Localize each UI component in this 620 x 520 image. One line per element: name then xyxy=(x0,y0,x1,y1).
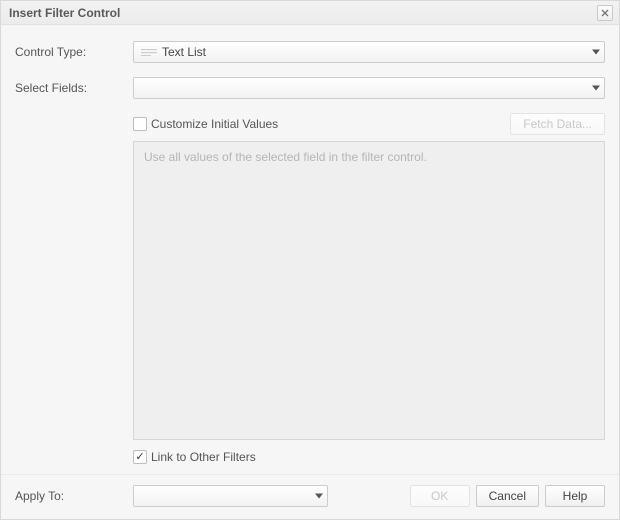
select-fields-dropdown[interactable] xyxy=(133,77,605,99)
dialog-footer: Apply To: OK Cancel Help xyxy=(1,474,619,519)
dialog-body: Control Type: Text List Select Fields xyxy=(1,25,619,474)
dialog-title: Insert Filter Control xyxy=(9,6,597,20)
apply-to-label: Apply To: xyxy=(15,489,133,503)
fetch-data-label: Fetch Data... xyxy=(523,117,592,131)
select-fields-label: Select Fields: xyxy=(15,81,133,95)
chevron-down-icon xyxy=(592,50,600,55)
chevron-down-icon xyxy=(592,86,600,91)
help-button[interactable]: Help xyxy=(545,485,605,507)
control-type-label: Control Type: xyxy=(15,45,133,59)
cancel-label: Cancel xyxy=(489,489,526,503)
control-type-value: Text List xyxy=(162,45,206,59)
link-to-other-filters-checkbox[interactable] xyxy=(133,450,147,464)
customize-initial-values-label: Customize Initial Values xyxy=(151,117,278,131)
help-label: Help xyxy=(563,489,588,503)
initial-values-placeholder: Use all values of the selected field in … xyxy=(144,150,427,164)
ok-button[interactable]: OK xyxy=(410,485,470,507)
control-type-dropdown[interactable]: Text List xyxy=(133,41,605,63)
chevron-down-icon xyxy=(315,494,323,499)
select-fields-row: Select Fields: xyxy=(15,77,605,99)
titlebar: Insert Filter Control xyxy=(1,1,619,25)
close-icon xyxy=(601,9,609,17)
customize-initial-values-checkbox[interactable] xyxy=(133,117,147,131)
ok-label: OK xyxy=(431,489,448,503)
cancel-button[interactable]: Cancel xyxy=(476,485,539,507)
control-type-row: Control Type: Text List xyxy=(15,41,605,63)
customize-row: Customize Initial Values Fetch Data... xyxy=(133,113,605,135)
close-button[interactable] xyxy=(597,5,613,21)
initial-values-area[interactable]: Use all values of the selected field in … xyxy=(133,141,605,440)
link-filters-row: Link to Other Filters xyxy=(133,450,605,464)
fetch-data-button[interactable]: Fetch Data... xyxy=(510,113,605,135)
text-list-icon xyxy=(140,48,158,56)
link-to-other-filters-label: Link to Other Filters xyxy=(151,450,256,464)
action-buttons: OK Cancel Help xyxy=(410,485,605,507)
apply-to-dropdown[interactable] xyxy=(133,485,328,507)
insert-filter-control-dialog: Insert Filter Control Control Type: xyxy=(0,0,620,520)
